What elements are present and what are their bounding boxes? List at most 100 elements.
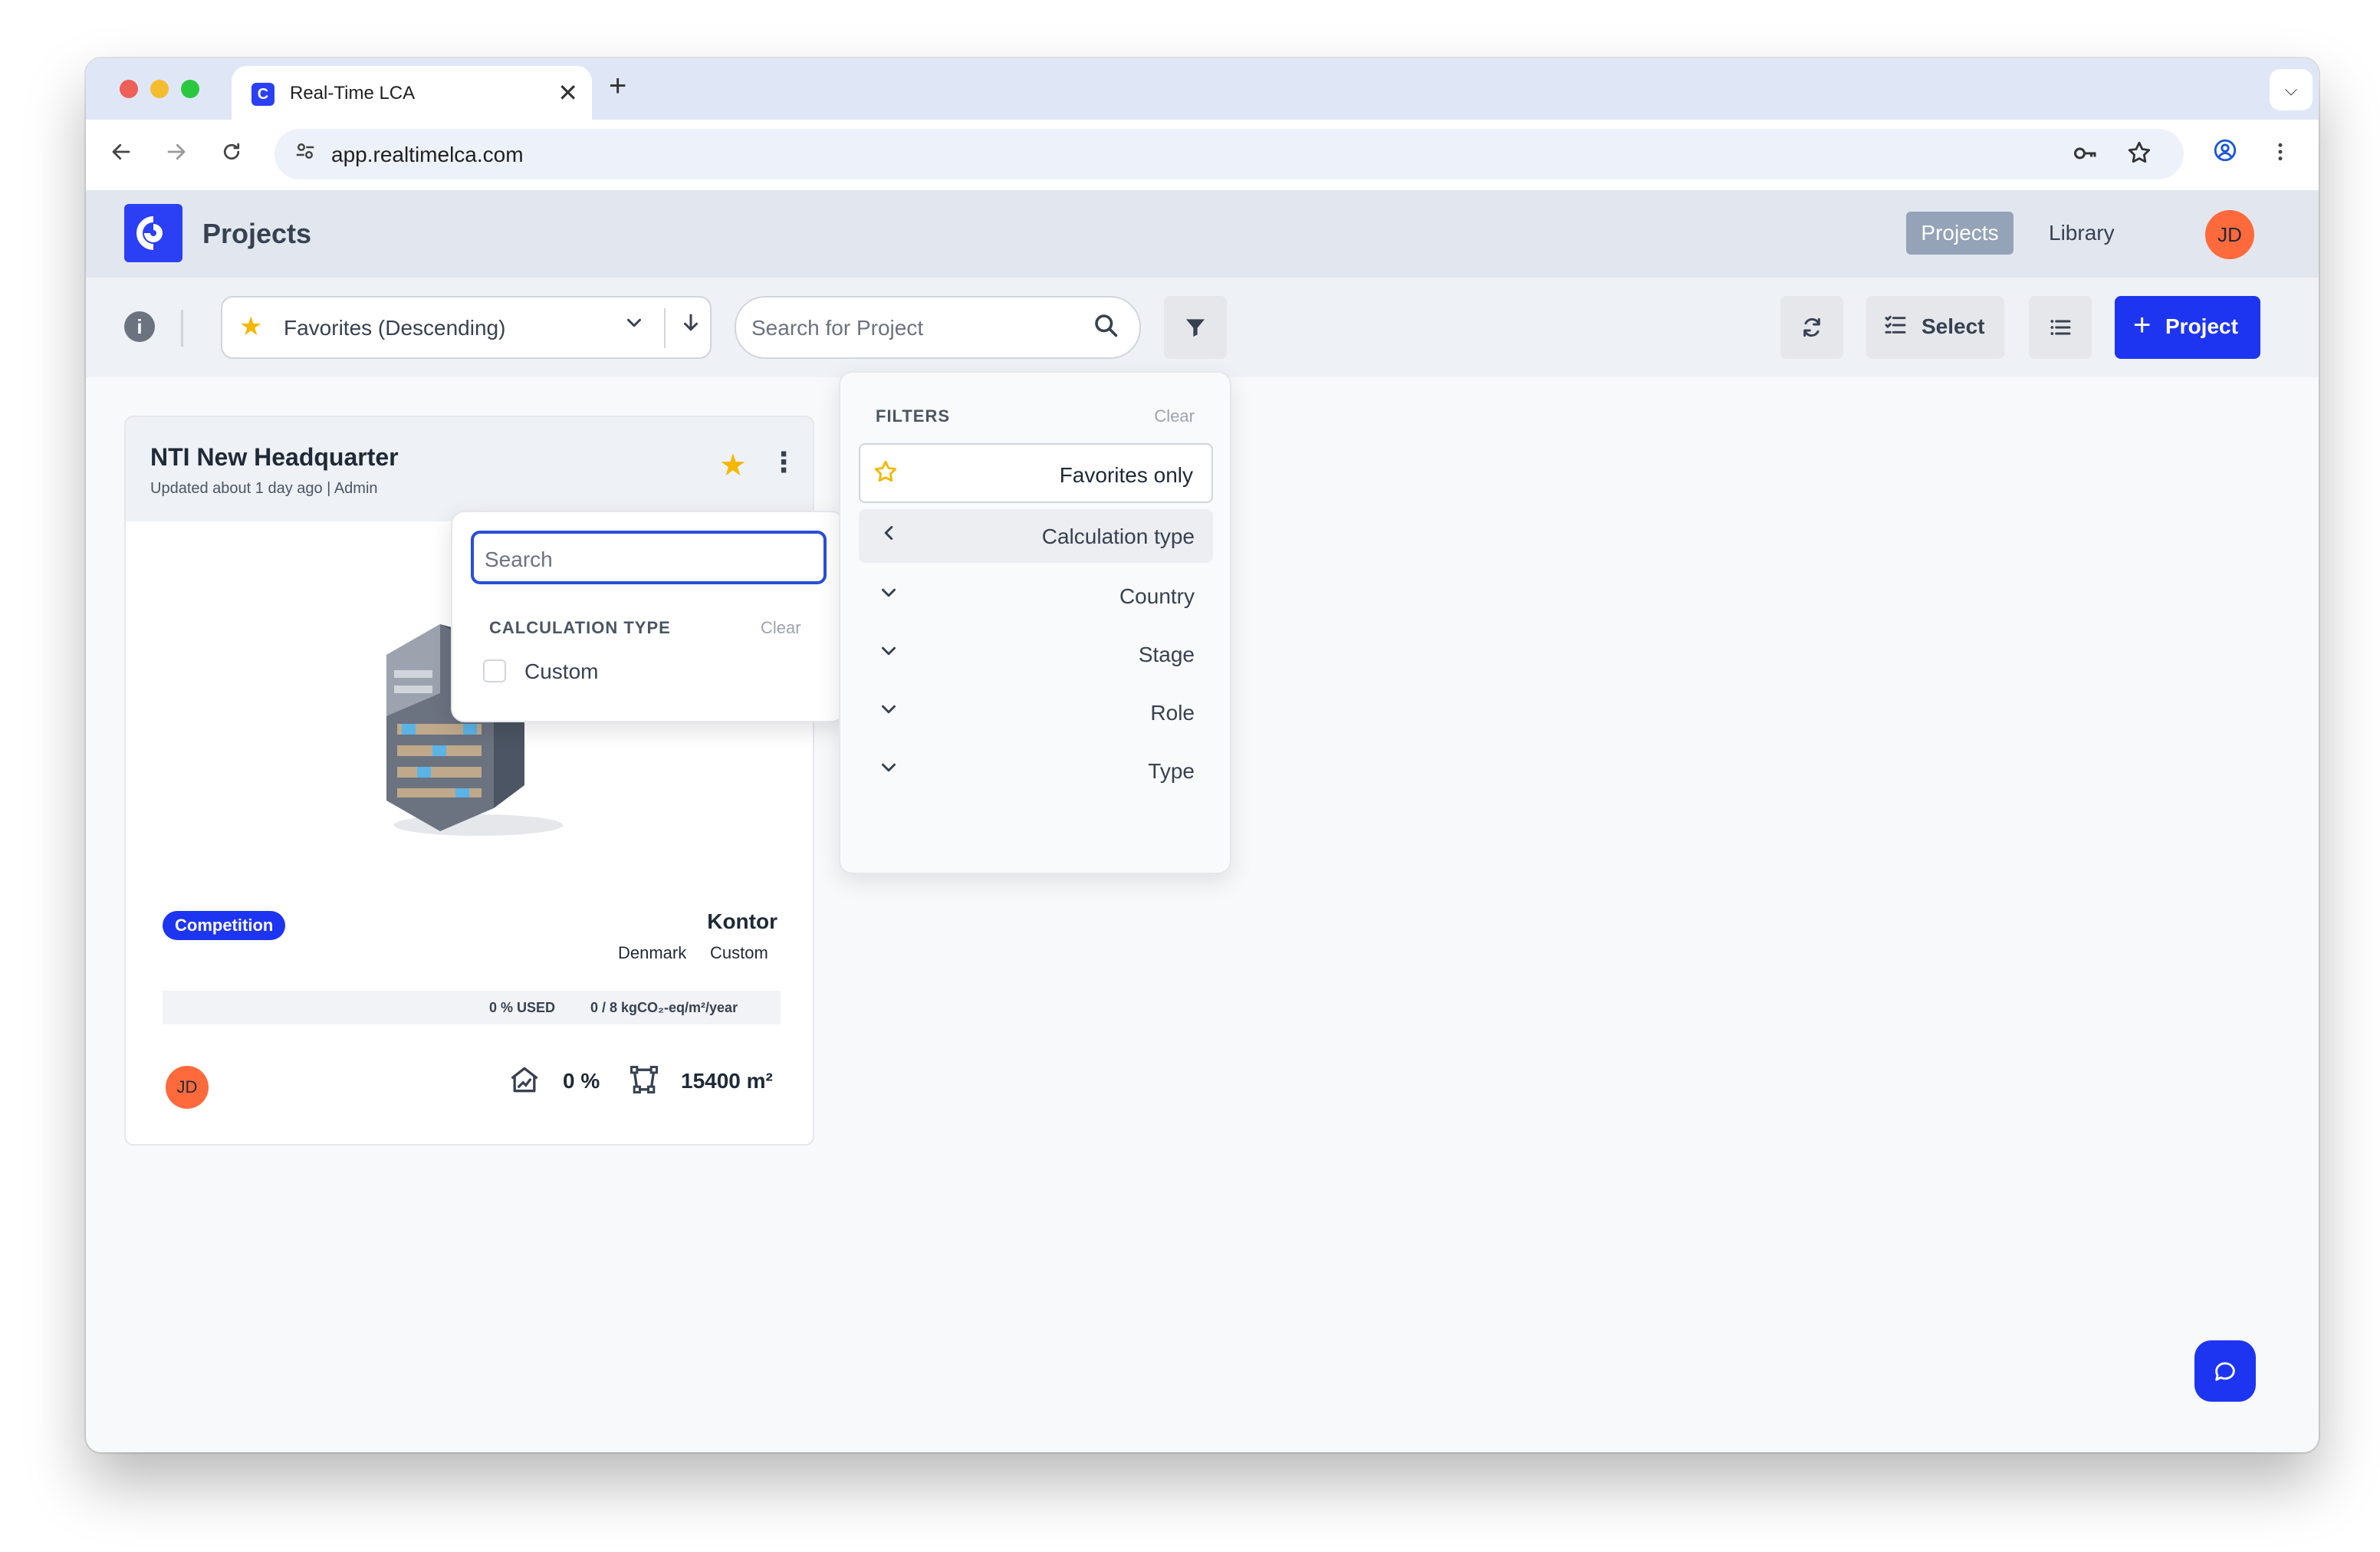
user-avatar[interactable]: JD bbox=[2205, 210, 2254, 259]
filter-role[interactable]: Role bbox=[859, 686, 1213, 739]
project-title[interactable]: NTI New Headquarter bbox=[150, 443, 399, 472]
refresh-button[interactable] bbox=[1780, 296, 1843, 359]
profile-button[interactable] bbox=[2207, 136, 2244, 173]
owner-avatar[interactable]: JD bbox=[166, 1066, 209, 1109]
filter-calculation-type[interactable]: Calculation type bbox=[859, 509, 1213, 563]
back-button[interactable] bbox=[103, 136, 140, 173]
project-calculation: Custom bbox=[710, 943, 768, 962]
chevron-down-icon bbox=[623, 311, 646, 340]
calculation-type-heading: CALCULATION TYPE bbox=[489, 618, 671, 637]
close-window-button[interactable] bbox=[120, 80, 138, 98]
favorites-only-toggle[interactable]: Favorites only bbox=[859, 443, 1213, 503]
browser-toolbar: app.realtimelca.com bbox=[86, 120, 2319, 190]
filter-country[interactable]: Country bbox=[859, 569, 1213, 623]
calculation-clear-button[interactable]: Clear bbox=[761, 618, 801, 638]
tab-title: Real-Time LCA bbox=[290, 83, 416, 104]
list-view-button[interactable] bbox=[2029, 296, 2092, 359]
favorites-only-label: Favorites only bbox=[1059, 463, 1193, 487]
house-chart-icon bbox=[508, 1063, 541, 1104]
filter-label: Stage bbox=[1138, 643, 1195, 666]
tab-search-button[interactable]: ⌵ bbox=[2270, 69, 2313, 110]
add-project-button[interactable]: + Project bbox=[2115, 296, 2260, 359]
chevron-down-icon bbox=[877, 698, 900, 727]
maximize-window-button[interactable] bbox=[181, 80, 199, 98]
arrow-down-icon bbox=[684, 314, 698, 331]
chat-button[interactable] bbox=[2194, 1340, 2256, 1402]
usage-label: 0 % USED bbox=[489, 1000, 556, 1015]
chat-bubble-icon bbox=[2215, 1362, 2235, 1381]
select-label: Select bbox=[1921, 314, 1985, 338]
calculation-search-input[interactable]: Search bbox=[471, 531, 827, 584]
filters-heading: FILTERS bbox=[876, 406, 951, 426]
chevron-down-icon bbox=[877, 640, 900, 669]
filters-clear-button[interactable]: Clear bbox=[1154, 406, 1195, 426]
stage-badge: Competition bbox=[163, 911, 286, 940]
plus-icon: + bbox=[2133, 308, 2152, 342]
search-icon bbox=[1092, 311, 1119, 346]
new-tab-button[interactable]: + bbox=[609, 69, 626, 104]
add-project-label: Project bbox=[2165, 314, 2238, 338]
project-card-header: NTI New Headquarter Updated about 1 day … bbox=[126, 417, 813, 521]
chevron-down-icon bbox=[877, 756, 900, 785]
sort-direction-button[interactable] bbox=[679, 310, 702, 343]
browser-window: C Real-Time LCA ✕ + ⌵ app.realtimelca.co… bbox=[86, 58, 2319, 1452]
usage-bar: 0 % USED 0 / 8 kgCO₂-eq/m²/year bbox=[163, 991, 781, 1024]
chevron-left-icon bbox=[877, 521, 900, 551]
project-country: Denmark bbox=[618, 943, 687, 962]
projects-toolbar: i ★ Favorites (Descending) Search for Pr… bbox=[86, 278, 2319, 377]
account-circle-icon bbox=[2214, 139, 2237, 162]
toolbar-divider bbox=[181, 310, 183, 347]
page-title: Projects bbox=[202, 218, 312, 249]
app-logo[interactable] bbox=[124, 204, 182, 262]
minimize-window-button[interactable] bbox=[150, 80, 169, 98]
favorite-star-icon[interactable]: ★ bbox=[719, 448, 747, 483]
filter-icon bbox=[1186, 319, 1205, 337]
tune-icon[interactable] bbox=[291, 140, 319, 167]
filter-label: Role bbox=[1150, 701, 1195, 725]
calculation-type-popover: Search CALCULATION TYPE Clear Custom bbox=[451, 511, 845, 722]
usage-value: 0 / 8 kgCO₂-eq/m²/year bbox=[590, 1000, 738, 1015]
checklist-icon bbox=[1883, 313, 1908, 344]
project-search-input[interactable]: Search for Project bbox=[735, 296, 1141, 359]
reload-icon bbox=[223, 143, 240, 160]
custom-checkbox[interactable] bbox=[483, 659, 506, 682]
chevron-down-icon: ⌵ bbox=[2284, 80, 2298, 99]
project-subtitle: Updated about 1 day ago | Admin bbox=[150, 480, 378, 497]
project-menu-button[interactable]: ⋮ bbox=[770, 446, 797, 478]
favicon-icon: C bbox=[251, 83, 274, 106]
sort-select[interactable]: ★ Favorites (Descending) bbox=[221, 296, 712, 359]
list-icon bbox=[2050, 320, 2071, 335]
star-icon: ★ bbox=[239, 312, 263, 341]
calculation-search-placeholder: Search bbox=[485, 547, 553, 571]
custom-option-label[interactable]: Custom bbox=[524, 659, 598, 684]
arrow-right-icon bbox=[167, 143, 186, 160]
filter-type[interactable]: Type bbox=[859, 744, 1213, 797]
star-outline-icon[interactable] bbox=[2124, 140, 2155, 170]
tab-close-icon[interactable]: ✕ bbox=[557, 78, 578, 107]
tab-strip: C Real-Time LCA ✕ + ⌵ bbox=[86, 58, 2319, 120]
filters-panel: FILTERS Clear Favorites only Calculation… bbox=[839, 371, 1231, 874]
info-icon[interactable]: i bbox=[124, 311, 155, 342]
chevron-down-icon bbox=[877, 581, 900, 610]
filter-label: Calculation type bbox=[1041, 524, 1195, 548]
browser-tab[interactable]: C Real-Time LCA ✕ bbox=[232, 66, 592, 120]
building-type: Kontor bbox=[707, 909, 777, 933]
kebab-icon bbox=[2278, 143, 2283, 161]
browser-menu-button[interactable] bbox=[2262, 136, 2299, 173]
filter-label: Country bbox=[1119, 584, 1195, 608]
key-icon[interactable] bbox=[2070, 140, 2101, 170]
url-text[interactable]: app.realtimelca.com bbox=[331, 143, 524, 167]
filter-stage[interactable]: Stage bbox=[859, 627, 1213, 681]
search-placeholder: Search for Project bbox=[751, 316, 924, 340]
forward-button[interactable] bbox=[158, 136, 195, 173]
select-button[interactable]: Select bbox=[1866, 296, 2004, 359]
nav-library[interactable]: Library bbox=[2049, 212, 2115, 255]
address-bar[interactable]: app.realtimelca.com bbox=[274, 129, 2184, 179]
nav-projects[interactable]: Projects bbox=[1906, 212, 2013, 255]
refresh-icon bbox=[1803, 317, 1820, 337]
share-percent: 0 % bbox=[563, 1069, 600, 1093]
sort-label: Favorites (Descending) bbox=[284, 316, 506, 340]
reload-button[interactable] bbox=[213, 136, 250, 173]
filter-button[interactable] bbox=[1164, 296, 1227, 359]
logo-icon bbox=[136, 216, 163, 250]
